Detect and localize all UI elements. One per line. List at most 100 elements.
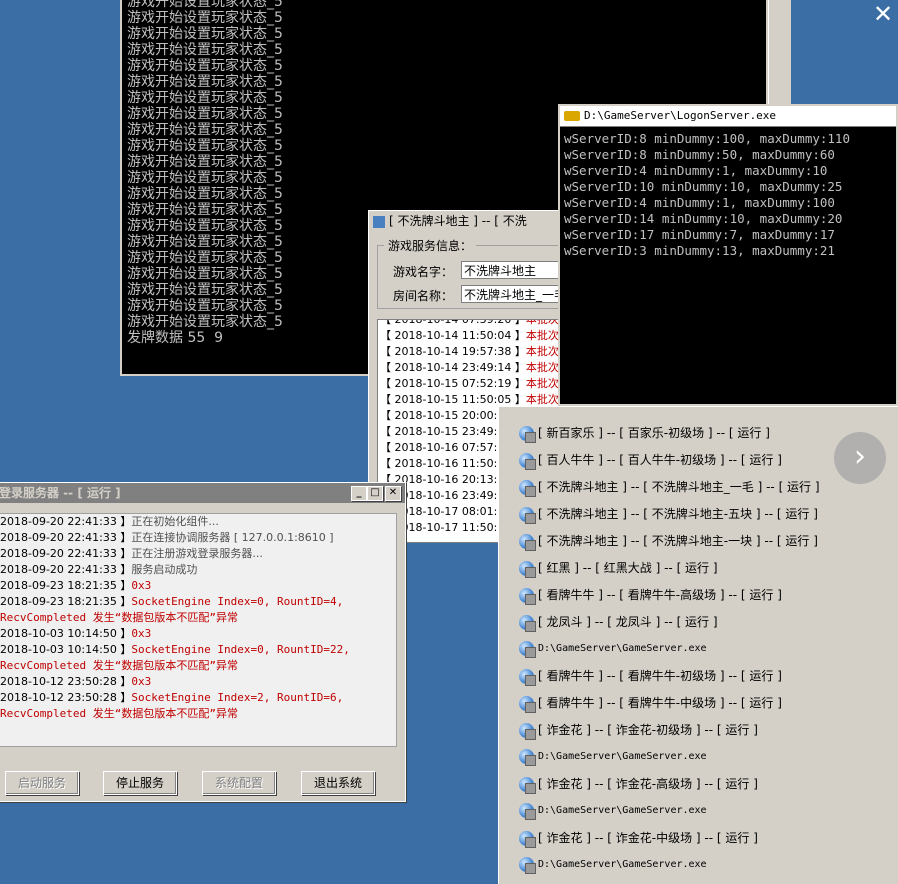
login-log-time: 2018-10-03 10:14:50 】 [0,643,132,656]
system-config-button[interactable]: 系统配置 [202,771,276,795]
game-window-icon [373,215,385,228]
login-log-row: 2018-10-03 10:14:50 】0x3 [0,626,396,642]
server-list-item[interactable]: [ 红黑 ] -- [ 红黑大战 ] -- [ 运行 ] [519,558,718,578]
console-line: 游戏开始设置玩家状态_5 [127,122,283,138]
logon-titlebar[interactable]: D:\GameServer\LogonServer.exe [560,106,896,127]
login-log-time: 2018-09-20 22:41:33 】 [0,515,132,528]
server-list-item[interactable]: [ 看牌牛牛 ] -- [ 看牌牛牛-初级场 ] -- [ 运行 ] [519,666,782,686]
server-list-item[interactable]: D:\GameServer\GameServer.exe [519,747,707,767]
server-globe-icon [519,802,536,820]
console-line: 游戏开始设置玩家状态_5 [127,58,283,74]
login-log-list[interactable]: 2018-09-20 22:41:33 】正在初始化组件... 2018-09-2… [0,513,397,747]
server-list-label: [ 新百家乐 ] -- [ 百家乐-初级场 ] -- [ 运行 ] [538,426,770,440]
game-log-time: 【 2018-10-14 07:39:20 】 [380,319,526,326]
server-globe-icon [519,588,536,605]
login-log-row: 2018-09-20 22:41:33 】服务启动成功 [0,562,396,578]
login-log-msg: RecvCompleted 发生“数据包版本不匹配”异常 [0,707,238,720]
server-list-item[interactable]: D:\GameServer\GameServer.exe [519,639,707,659]
server-list-item[interactable]: D:\GameServer\GameServer.exe [519,801,707,821]
console-line: 发牌数据 55 9 [127,330,224,346]
console-line: 游戏开始设置玩家状态_5 [127,154,283,170]
next-arrow-icon[interactable]: › [834,432,886,484]
console-line: 游戏开始设置玩家状态_5 [127,106,283,122]
login-log-row: 2018-09-23 18:21:35 】0x3 [0,578,396,594]
server-list-item[interactable]: [ 看牌牛牛 ] -- [ 看牌牛牛-高级场 ] -- [ 运行 ] [519,585,782,605]
server-list-item[interactable]: D:\GameServer\GameServer.exe [519,855,707,875]
server-globe-icon [519,777,536,794]
console-line: 游戏开始设置玩家状态_5 [127,90,283,106]
game-log-time: 【 2018-10-14 11:50:04 】 [380,329,526,342]
server-list-item[interactable]: [ 诈金花 ] -- [ 诈金花-高级场 ] -- [ 运行 ] [519,774,758,794]
server-list-item[interactable]: [ 诈金花 ] -- [ 诈金花-中级场 ] -- [ 运行 ] [519,828,758,848]
server-list-item[interactable]: [ 新百家乐 ] -- [ 百家乐-初级场 ] -- [ 运行 ] [519,423,770,443]
login-log-msg: 0x3 [131,579,152,592]
game-log-row: 【 2018-10-15 07:52:19 】本批次 [378,376,568,392]
console-line: 游戏开始设置玩家状态_5 [127,42,283,58]
server-list-panel: [ 新百家乐 ] -- [ 百家乐-初级场 ] -- [ 运行 ] [ 百人牛牛 … [498,406,898,884]
logon-line: wServerID:8 minDummy:50, maxDummy:60 [564,147,835,162]
close-window-icon[interactable]: ✕ [385,486,401,501]
stop-service-button[interactable]: 停止服务 [103,771,177,795]
room-name-field[interactable]: 不洗牌斗地主_一毛 [461,285,561,303]
game-log-msg: 本批次 [525,319,559,326]
server-list-label: [ 诈金花 ] -- [ 诈金花-中级场 ] -- [ 运行 ] [538,831,758,845]
server-globe-icon [519,426,536,443]
server-globe-icon [519,507,536,524]
logon-line: wServerID:10 minDummy:10, maxDummy:25 [564,179,843,194]
login-log-msg: 正在注册游戏登录服务器... [131,547,263,560]
console-line: 游戏开始设置玩家状态_5 [127,186,283,202]
game-log-time: 【 2018-10-14 19:57:38 】 [380,345,526,358]
login-log-time: 2018-09-23 18:21:35 】 [0,595,132,608]
login-log-msg: 正在连接协调服务器 [ 127.0.0.1:8610 ] [131,531,334,544]
maximize-icon[interactable]: □ [367,486,383,501]
server-list-label: D:\GameServer\GameServer.exe [538,805,707,816]
server-list-item[interactable]: [ 看牌牛牛 ] -- [ 看牌牛牛-中级场 ] -- [ 运行 ] [519,693,782,713]
server-list-item[interactable]: [ 龙凤斗 ] -- [ 龙凤斗 ] -- [ 运行 ] [519,612,718,632]
close-icon[interactable]: ✕ [868,0,898,30]
game-log-msg: 本批次 [525,377,559,390]
minimize-icon[interactable]: _ [351,486,367,501]
server-list-item[interactable]: [ 不洗牌斗地主 ] -- [ 不洗牌斗地主-五块 ] -- [ 运行 ] [519,504,818,524]
server-globe-icon [519,640,536,658]
console-line: 游戏开始设置玩家状态_5 [127,218,283,234]
console-line: 游戏开始设置玩家状态_5 [127,234,283,250]
login-log-time: 2018-10-03 10:14:50 】 [0,627,132,640]
game-log-time: 【 2018-10-15 20:00: [380,409,498,422]
server-globe-icon [519,615,536,632]
game-log-row: 【 2018-10-14 11:50:04 】本批次 [378,328,568,344]
server-list-label: [ 诈金花 ] -- [ 诈金花-高级场 ] -- [ 运行 ] [538,777,758,791]
server-list-item[interactable]: [ 不洗牌斗地主 ] -- [ 不洗牌斗地主-一块 ] -- [ 运行 ] [519,531,818,551]
start-service-button[interactable]: 启动服务 [5,771,79,795]
game-name-field[interactable]: 不洗牌斗地主 [461,261,561,279]
server-list-item[interactable]: [ 百人牛牛 ] -- [ 百人牛牛-初级场 ] -- [ 运行 ] [519,450,782,470]
login-log-row: 2018-09-23 18:21:35 】SocketEngine Index=… [0,594,396,610]
server-list-label: [ 不洗牌斗地主 ] -- [ 不洗牌斗地主_一毛 ] -- [ 运行 ] [538,480,820,494]
server-list-label: [ 不洗牌斗地主 ] -- [ 不洗牌斗地主-一块 ] -- [ 运行 ] [538,534,818,548]
console-line: 游戏开始设置玩家状态_5 [127,0,283,10]
login-titlebar[interactable]: 登录服务器 -- [ 运行 ] _ □ ✕ [0,483,405,503]
game-log-time: 【 2018-10-14 23:49:14 】 [380,361,526,374]
login-log-row: 2018-10-12 23:50:28 】SocketEngine Index=… [0,690,396,706]
server-list-label: D:\GameServer\GameServer.exe [538,859,707,870]
server-list-item[interactable]: [ 诈金花 ] -- [ 诈金花-初级场 ] -- [ 运行 ] [519,720,758,740]
logon-line: wServerID:4 minDummy:1, maxDummy:100 [564,195,835,210]
console-line: 游戏开始设置玩家状态_5 [127,10,283,26]
server-list-item[interactable]: [ 不洗牌斗地主 ] -- [ 不洗牌斗地主_一毛 ] -- [ 运行 ] [519,477,820,497]
login-log-row: 2018-10-03 10:14:50 】SocketEngine Index=… [0,642,396,658]
login-log-row: RecvCompleted 发生“数据包版本不匹配”异常 [0,658,396,674]
login-log-msg: RecvCompleted 发生“数据包版本不匹配”异常 [0,659,238,672]
login-log-msg: RecvCompleted 发生“数据包版本不匹配”异常 [0,611,238,624]
login-log-msg: SocketEngine Index=0, RountID=4, [131,595,344,608]
console-line: 游戏开始设置玩家状态_5 [127,266,283,282]
server-globe-icon [519,453,536,470]
login-log-time: 2018-10-12 23:50:28 】 [0,675,132,688]
server-globe-icon [519,748,536,766]
exit-system-button[interactable]: 退出系统 [301,771,375,795]
logon-output: wServerID:8 minDummy:100, maxDummy:110 wS… [560,127,896,259]
game-window-titlebar[interactable]: [ 不洗牌斗地主 ] -- [ 不洗 [369,211,559,231]
server-list-label: D:\GameServer\GameServer.exe [538,643,707,654]
server-list-label: [ 红黑 ] -- [ 红黑大战 ] -- [ 运行 ] [538,561,718,575]
game-log-msg: 本批次 [525,393,559,406]
server-globe-icon [519,669,536,686]
console-line: 游戏开始设置玩家状态_5 [127,170,283,186]
